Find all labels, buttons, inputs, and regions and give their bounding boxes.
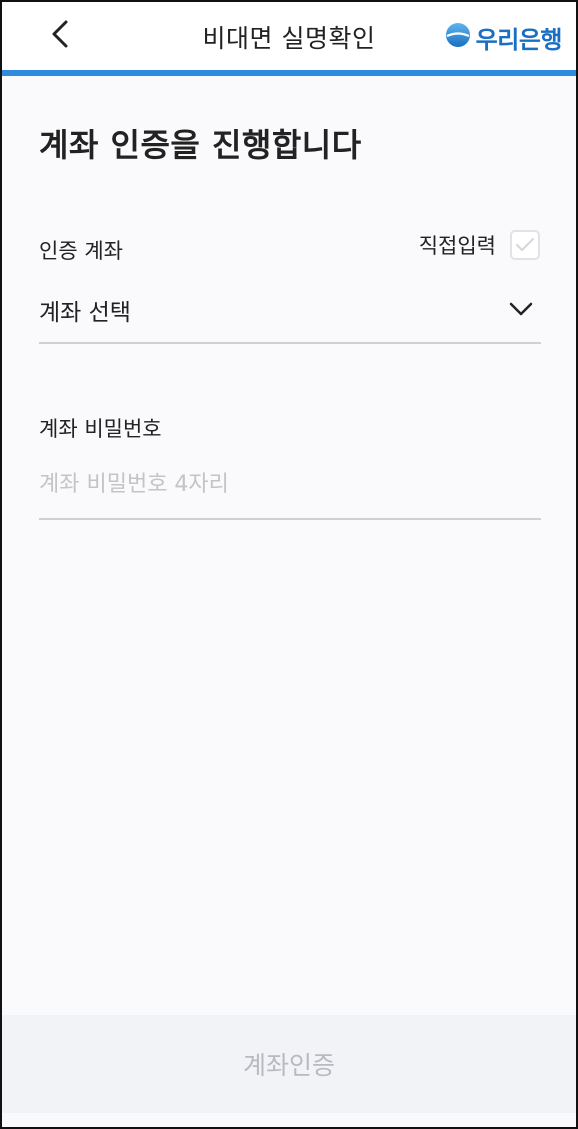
account-verification-screen: 비대면 실명확인 우리은행 계좌 인증을 진행합니다 인증 계좌 직접입력 계좌…	[0, 0, 578, 1129]
brand-logo: 우리은행	[445, 21, 563, 54]
account-password-input[interactable]	[39, 462, 541, 520]
account-verify-button[interactable]: 계좌인증	[2, 1015, 576, 1113]
brand-name: 우리은행	[475, 25, 563, 54]
direct-input-checkbox[interactable]	[510, 230, 540, 260]
direct-input-toggle[interactable]: 직접입력	[419, 230, 540, 260]
header-accent-bar	[2, 70, 576, 76]
chevron-down-icon	[509, 301, 533, 320]
woori-bank-logo-icon	[445, 22, 471, 52]
direct-input-label: 직접입력	[418, 234, 496, 258]
password-field-label: 계좌 비밀번호	[39, 417, 162, 441]
page-title: 계좌 인증을 진행합니다	[39, 126, 362, 164]
app-header: 비대면 실명확인 우리은행	[2, 2, 576, 70]
account-field-label: 인증 계좌	[39, 239, 123, 263]
account-select-dropdown[interactable]: 계좌 선택	[39, 286, 541, 344]
account-select-value: 계좌 선택	[39, 300, 131, 326]
check-icon	[516, 238, 534, 251]
